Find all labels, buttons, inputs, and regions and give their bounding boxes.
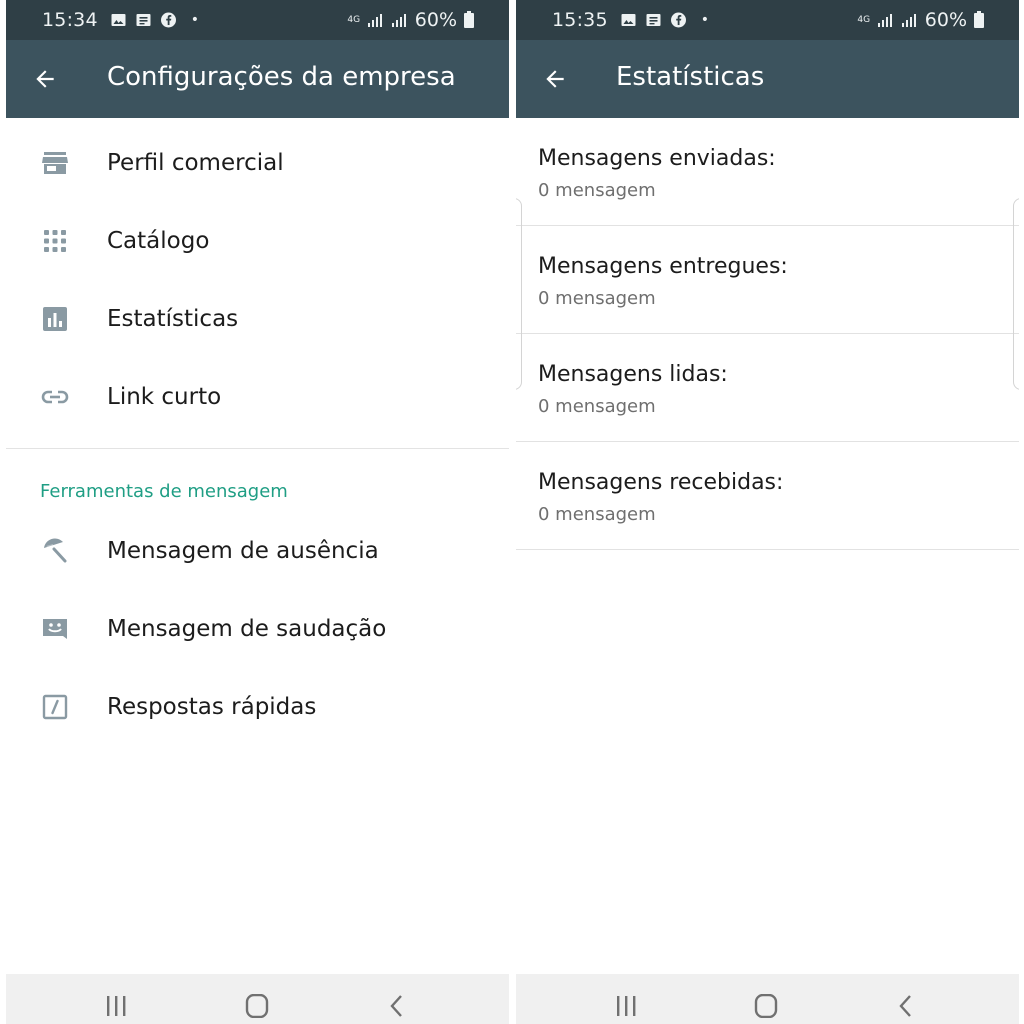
section-title: Ferramentas de mensagem [40, 481, 288, 502]
smiley-message-icon [40, 614, 70, 644]
menu-item-label: Link curto [107, 384, 222, 410]
recent-apps-icon[interactable] [613, 994, 639, 1018]
stat-value: 0 mensagem [538, 288, 656, 309]
menu-item-quick-replies[interactable]: Respostas rápidas [6, 668, 509, 746]
battery-icon [974, 11, 984, 28]
facebook-icon [160, 12, 176, 28]
navigation-bar [516, 974, 1019, 1024]
menu-item-label: Mensagem de saudação [107, 616, 387, 642]
home-icon[interactable] [753, 994, 779, 1018]
battery-percent: 60% [414, 9, 457, 31]
notification-dot-icon: • [700, 12, 710, 28]
status-bar: 15:34 • 4G 60% [6, 0, 509, 40]
slash-box-icon [40, 692, 70, 722]
message-notification-icon [646, 14, 661, 26]
status-time: 15:34 [42, 9, 98, 31]
store-icon [40, 148, 70, 178]
business-settings-screen: 15:34 • 4G 60% Configurações da empresa … [6, 0, 509, 1024]
navigation-bar [6, 974, 509, 1024]
section-divider [6, 448, 509, 449]
grid-icon [40, 226, 70, 256]
menu-item-short-link[interactable]: Link curto [6, 358, 509, 436]
edge-panel-handle [516, 198, 522, 390]
menu-item-label: Catálogo [107, 228, 210, 254]
stat-label: Mensagens entregues: [538, 254, 788, 279]
status-time: 15:35 [552, 9, 608, 31]
page-title: Estatísticas [616, 62, 765, 92]
menu-item-label: Respostas rápidas [107, 694, 317, 720]
statistics-screen: 15:35 • 4G 60% Estatísticas Mensagens en… [516, 0, 1019, 1024]
recent-apps-icon[interactable] [103, 994, 129, 1018]
notification-dot-icon: • [190, 12, 200, 28]
stat-label: Mensagens lidas: [538, 362, 728, 387]
stat-value: 0 mensagem [538, 504, 656, 525]
page-title: Configurações da empresa [107, 62, 456, 92]
gallery-icon [621, 14, 636, 26]
app-bar: Estatísticas [516, 40, 1019, 118]
umbrella-icon [40, 536, 70, 566]
screenshot-separator [509, 0, 516, 1024]
signal-icon [877, 14, 892, 27]
signal-icon [901, 14, 916, 27]
menu-item-away-message[interactable]: Mensagem de ausência [6, 512, 509, 590]
stat-value: 0 mensagem [538, 180, 656, 201]
menu-item-business-profile[interactable]: Perfil comercial [6, 124, 509, 202]
menu-item-label: Perfil comercial [107, 150, 284, 176]
edge-panel-handle[interactable] [1013, 198, 1019, 390]
facebook-icon [670, 12, 686, 28]
back-nav-icon[interactable] [385, 994, 411, 1018]
bar-chart-icon [40, 304, 70, 334]
stat-messages-sent: Mensagens enviadas: 0 mensagem [516, 118, 1019, 226]
network-type: 4G [857, 14, 871, 25]
back-arrow-icon[interactable] [32, 66, 58, 92]
stat-label: Mensagens enviadas: [538, 146, 776, 171]
network-type: 4G [347, 14, 361, 25]
menu-item-catalog[interactable]: Catálogo [6, 202, 509, 280]
home-icon[interactable] [244, 994, 270, 1018]
gallery-icon [111, 14, 126, 26]
menu-item-statistics[interactable]: Estatísticas [6, 280, 509, 358]
stat-value: 0 mensagem [538, 396, 656, 417]
signal-icon [391, 14, 406, 27]
app-bar: Configurações da empresa [6, 40, 509, 118]
back-arrow-icon[interactable] [542, 66, 568, 92]
message-notification-icon [136, 14, 151, 26]
status-bar: 15:35 • 4G 60% [516, 0, 1019, 40]
signal-icon [367, 14, 382, 27]
menu-item-label: Estatísticas [107, 306, 239, 332]
link-icon [40, 382, 70, 412]
stat-messages-read: Mensagens lidas: 0 mensagem [516, 334, 1019, 442]
battery-percent: 60% [924, 9, 967, 31]
stat-messages-received: Mensagens recebidas: 0 mensagem [516, 442, 1019, 550]
stat-label: Mensagens recebidas: [538, 470, 784, 495]
menu-item-label: Mensagem de ausência [107, 538, 379, 564]
battery-icon [464, 11, 474, 28]
stat-messages-delivered: Mensagens entregues: 0 mensagem [516, 226, 1019, 334]
back-nav-icon[interactable] [894, 994, 920, 1018]
menu-item-greeting-message[interactable]: Mensagem de saudação [6, 590, 509, 668]
